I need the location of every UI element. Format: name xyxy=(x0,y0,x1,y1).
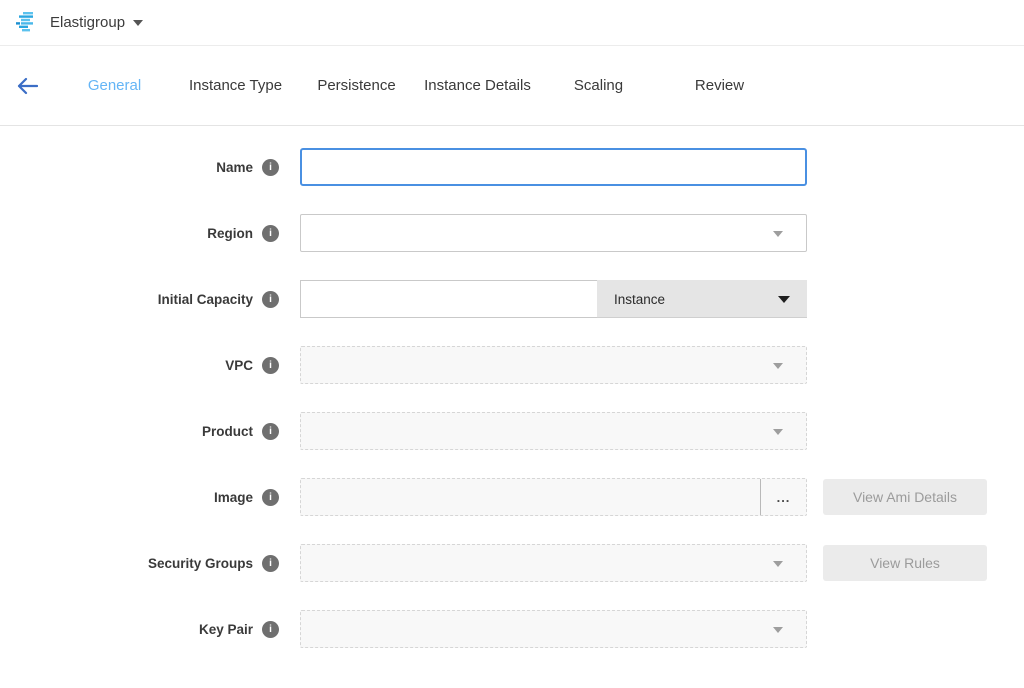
vpc-label: VPC xyxy=(225,358,253,373)
form-row-key-pair: Key Pair i xyxy=(0,610,1024,648)
name-label: Name xyxy=(216,160,253,175)
form-row-vpc: VPC i xyxy=(0,346,1024,384)
initial-capacity-input[interactable] xyxy=(300,280,597,318)
image-input-value xyxy=(301,479,760,515)
chevron-down-icon[interactable] xyxy=(133,20,143,26)
chevron-down-icon xyxy=(773,627,783,633)
image-input: ... xyxy=(300,478,807,516)
initial-capacity-label: Initial Capacity xyxy=(158,292,253,307)
info-icon[interactable]: i xyxy=(262,225,279,242)
product-label: Product xyxy=(202,424,253,439)
wizard-tab-bar: General Instance Type Persistence Instan… xyxy=(0,46,1024,126)
capacity-unit-value: Instance xyxy=(614,292,665,307)
info-icon[interactable]: i xyxy=(262,357,279,374)
back-arrow-icon xyxy=(16,77,38,95)
form-row-region: Region i xyxy=(0,214,1024,252)
view-rules-button: View Rules xyxy=(823,545,987,581)
product-select xyxy=(300,412,807,450)
key-pair-label: Key Pair xyxy=(199,622,253,637)
form-row-name: Name i xyxy=(0,148,1024,186)
tab-instance-type[interactable]: Instance Type xyxy=(175,77,296,94)
region-label: Region xyxy=(207,226,253,241)
key-pair-select xyxy=(300,610,807,648)
app-title[interactable]: Elastigroup xyxy=(50,14,125,31)
elastigroup-logo-icon xyxy=(14,12,40,34)
security-groups-label: Security Groups xyxy=(148,556,253,571)
top-bar: Elastigroup xyxy=(0,0,1024,46)
info-icon[interactable]: i xyxy=(262,489,279,506)
info-icon[interactable]: i xyxy=(262,423,279,440)
region-select[interactable] xyxy=(300,214,807,252)
general-settings-form: Name i Region i Initial Capacity i Insta… xyxy=(0,126,1024,648)
browse-ami-button: ... xyxy=(760,479,806,515)
form-row-initial-capacity: Initial Capacity i Instance xyxy=(0,280,1024,318)
tab-scaling[interactable]: Scaling xyxy=(538,77,659,94)
tab-review[interactable]: Review xyxy=(659,77,780,94)
info-icon[interactable]: i xyxy=(262,621,279,638)
info-icon[interactable]: i xyxy=(262,159,279,176)
chevron-down-icon xyxy=(778,296,790,303)
chevron-down-icon xyxy=(773,231,783,237)
security-groups-select xyxy=(300,544,807,582)
chevron-down-icon xyxy=(773,561,783,567)
capacity-unit-select[interactable]: Instance xyxy=(597,280,807,318)
vpc-select xyxy=(300,346,807,384)
name-input[interactable] xyxy=(300,148,807,186)
chevron-down-icon xyxy=(773,363,783,369)
back-button[interactable] xyxy=(0,66,54,106)
info-icon[interactable]: i xyxy=(262,555,279,572)
form-row-security-groups: Security Groups i View Rules xyxy=(0,544,1024,582)
tab-instance-details[interactable]: Instance Details xyxy=(417,77,538,94)
chevron-down-icon xyxy=(773,429,783,435)
form-row-product: Product i xyxy=(0,412,1024,450)
info-icon[interactable]: i xyxy=(262,291,279,308)
tab-persistence[interactable]: Persistence xyxy=(296,77,417,94)
image-label: Image xyxy=(214,490,253,505)
view-ami-details-button: View Ami Details xyxy=(823,479,987,515)
form-row-image: Image i ... View Ami Details xyxy=(0,478,1024,516)
tab-general[interactable]: General xyxy=(54,77,175,94)
